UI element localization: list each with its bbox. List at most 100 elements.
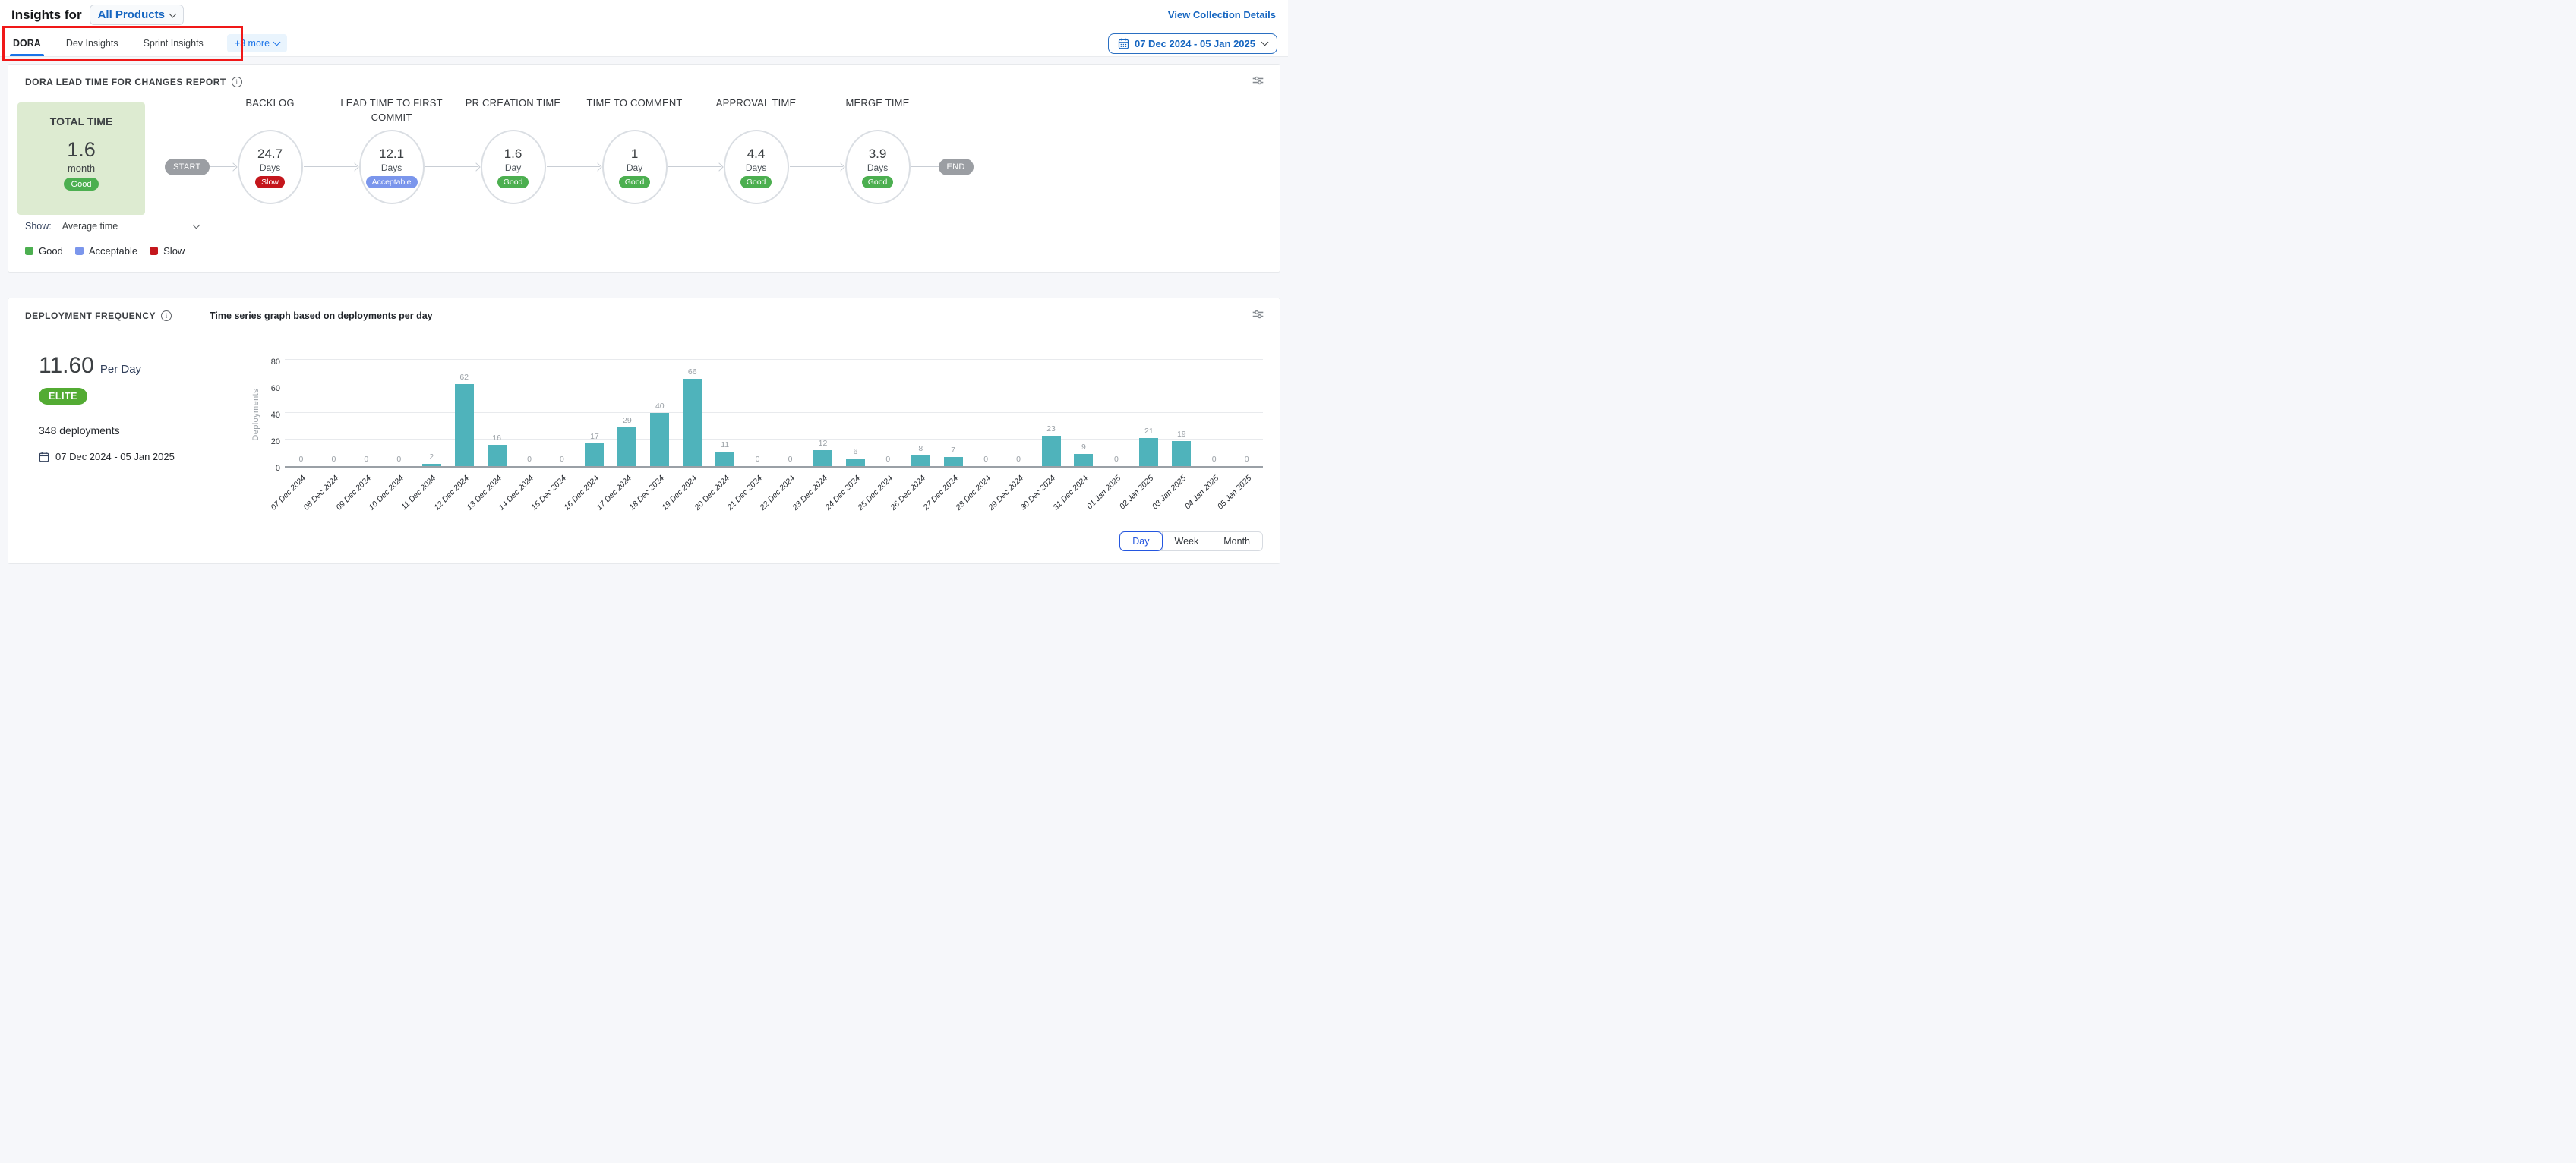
info-icon[interactable] — [232, 77, 242, 87]
sliders-icon[interactable] — [1250, 307, 1266, 323]
bar — [422, 464, 441, 467]
bar — [715, 452, 734, 466]
status-badge: Good — [497, 176, 529, 188]
bar-value-label: 6 — [853, 447, 857, 456]
chart-subtitle: Time series graph based on deployments p… — [210, 310, 433, 321]
more-tabs-button[interactable]: +3 more — [227, 34, 287, 52]
bar-slot: 1120 Dec 2024 — [709, 361, 741, 466]
total-time-label: TOTAL TIME — [50, 115, 112, 128]
stage-circle[interactable]: 24.7DaysSlow — [238, 130, 303, 204]
bar-slot: 1223 Dec 2024 — [807, 361, 839, 466]
stage-value: 1.6 — [504, 147, 522, 162]
view-collection-details-link[interactable]: View Collection Details — [1168, 9, 1276, 20]
bar-value-label: 0 — [331, 455, 336, 464]
stage-value: 24.7 — [257, 147, 283, 162]
bar-slot: 2917 Dec 2024 — [611, 361, 643, 466]
stage-circle[interactable]: 3.9DaysGood — [845, 130, 911, 204]
top-bar: Insights for All Products View Collectio… — [0, 0, 1288, 30]
bar-value-label: 19 — [1177, 430, 1186, 439]
bar-slot: 010 Dec 2024 — [383, 361, 415, 466]
bar — [813, 450, 832, 466]
granularity-month-button[interactable]: Month — [1211, 532, 1262, 550]
bar-value-label: 0 — [1245, 455, 1249, 464]
stage-unit: Day — [627, 162, 642, 173]
stage-unit: Days — [867, 162, 888, 173]
pipeline-start-pill: START — [165, 159, 210, 175]
product-selector-value: All Products — [98, 8, 165, 21]
bar-value-label: 0 — [983, 455, 988, 464]
date-range-value: 07 Dec 2024 - 05 Jan 2025 — [1135, 38, 1255, 49]
page-title: Insights for — [11, 8, 82, 23]
status-badge: Good — [740, 176, 772, 188]
bar-slot: 008 Dec 2024 — [317, 361, 350, 466]
bar — [617, 427, 636, 466]
bar-slot: 1903 Jan 2025 — [1165, 361, 1198, 466]
bar-value-label: 2 — [429, 452, 434, 462]
stage-circle[interactable]: 1DayGood — [602, 130, 668, 204]
bar — [585, 443, 604, 466]
calendar-icon — [1118, 38, 1129, 49]
stage-value: 4.4 — [747, 147, 766, 162]
legend-label: Good — [39, 245, 63, 257]
tab-dora[interactable]: DORA — [11, 30, 43, 56]
date-range-picker[interactable]: 07 Dec 2024 - 05 Jan 2025 — [1108, 33, 1277, 54]
bar-value-label: 9 — [1081, 443, 1086, 452]
bar-value-label: 0 — [756, 455, 760, 464]
status-badge: Good — [64, 178, 99, 191]
y-tick-label: 20 — [271, 437, 280, 446]
granularity-day-button[interactable]: Day — [1120, 532, 1161, 550]
bar-slot: 6212 Dec 2024 — [448, 361, 481, 466]
bar-slot: 007 Dec 2024 — [285, 361, 317, 466]
legend-swatch — [150, 247, 158, 255]
y-tick-label: 40 — [271, 411, 280, 420]
chart-plot-area: 007 Dec 2024008 Dec 2024009 Dec 2024010 … — [285, 361, 1263, 468]
stage-name: PR CREATION TIME — [453, 96, 573, 130]
show-selector[interactable]: Average time — [62, 221, 199, 232]
stage-circle[interactable]: 1.6DayGood — [481, 130, 546, 204]
stage-name: APPROVAL TIME — [696, 96, 816, 130]
deployment-count: 348 deployments — [39, 424, 250, 437]
bar-value-label: 0 — [299, 455, 304, 464]
granularity-week-button[interactable]: Week — [1162, 532, 1211, 550]
status-legend: GoodAcceptableSlow — [25, 245, 1280, 257]
status-badge: Slow — [255, 176, 285, 188]
bar-value-label: 7 — [951, 446, 955, 455]
total-time-card: TOTAL TIME 1.6 month Good — [17, 102, 145, 215]
pipeline-stage-backlog: BACKLOG24.7DaysSlow — [210, 96, 331, 204]
bar-slot: 029 Dec 2024 — [1002, 361, 1035, 466]
bar — [488, 445, 507, 466]
deployment-frequency-card: DEPLOYMENT FREQUENCY Time series graph b… — [8, 298, 1280, 564]
stage-unit: Days — [746, 162, 766, 173]
bar — [1172, 441, 1191, 466]
tab-sprint-insights[interactable]: Sprint Insights — [142, 30, 205, 56]
stage-name: TIME TO COMMENT — [575, 96, 695, 130]
bar-value-label: 8 — [918, 444, 923, 453]
bar-value-label: 0 — [1212, 455, 1217, 464]
tab-dev-insights[interactable]: Dev Insights — [65, 30, 120, 56]
bar-slot: 022 Dec 2024 — [774, 361, 807, 466]
chevron-down-icon — [192, 222, 200, 229]
bar-value-label: 0 — [396, 455, 401, 464]
granularity-toggle: DayWeekMonth — [1119, 531, 1263, 551]
stage-value: 1 — [631, 147, 638, 162]
sliders-icon[interactable] — [1250, 74, 1266, 90]
chevron-down-icon — [1261, 39, 1269, 46]
bar-value-label: 16 — [492, 433, 501, 443]
bar-slot: 931 Dec 2024 — [1068, 361, 1100, 466]
bar-slot: 009 Dec 2024 — [350, 361, 383, 466]
status-badge: Acceptable — [366, 176, 418, 188]
x-tick-label: 03 Jan 2025 — [1151, 474, 1188, 511]
legend-item-good: Good — [25, 245, 63, 257]
info-icon[interactable] — [161, 310, 172, 321]
bar — [650, 413, 669, 466]
bar-slot: 014 Dec 2024 — [513, 361, 546, 466]
stage-circle[interactable]: 12.1DaysAcceptable — [359, 130, 425, 204]
stage-circle[interactable]: 4.4Days Good — [724, 130, 789, 204]
deployment-summary: 11.60 Per Day ELITE 348 deployments 07 D… — [8, 323, 250, 462]
pipeline-stage-pr-creation-time: PR CREATION TIME1.6DayGood — [453, 96, 574, 204]
bar — [911, 455, 930, 466]
bar-value-label: 17 — [590, 432, 599, 441]
product-selector[interactable]: All Products — [90, 5, 184, 25]
stage-value: 3.9 — [869, 147, 887, 162]
deployment-rate-unit: Per Day — [100, 363, 141, 376]
